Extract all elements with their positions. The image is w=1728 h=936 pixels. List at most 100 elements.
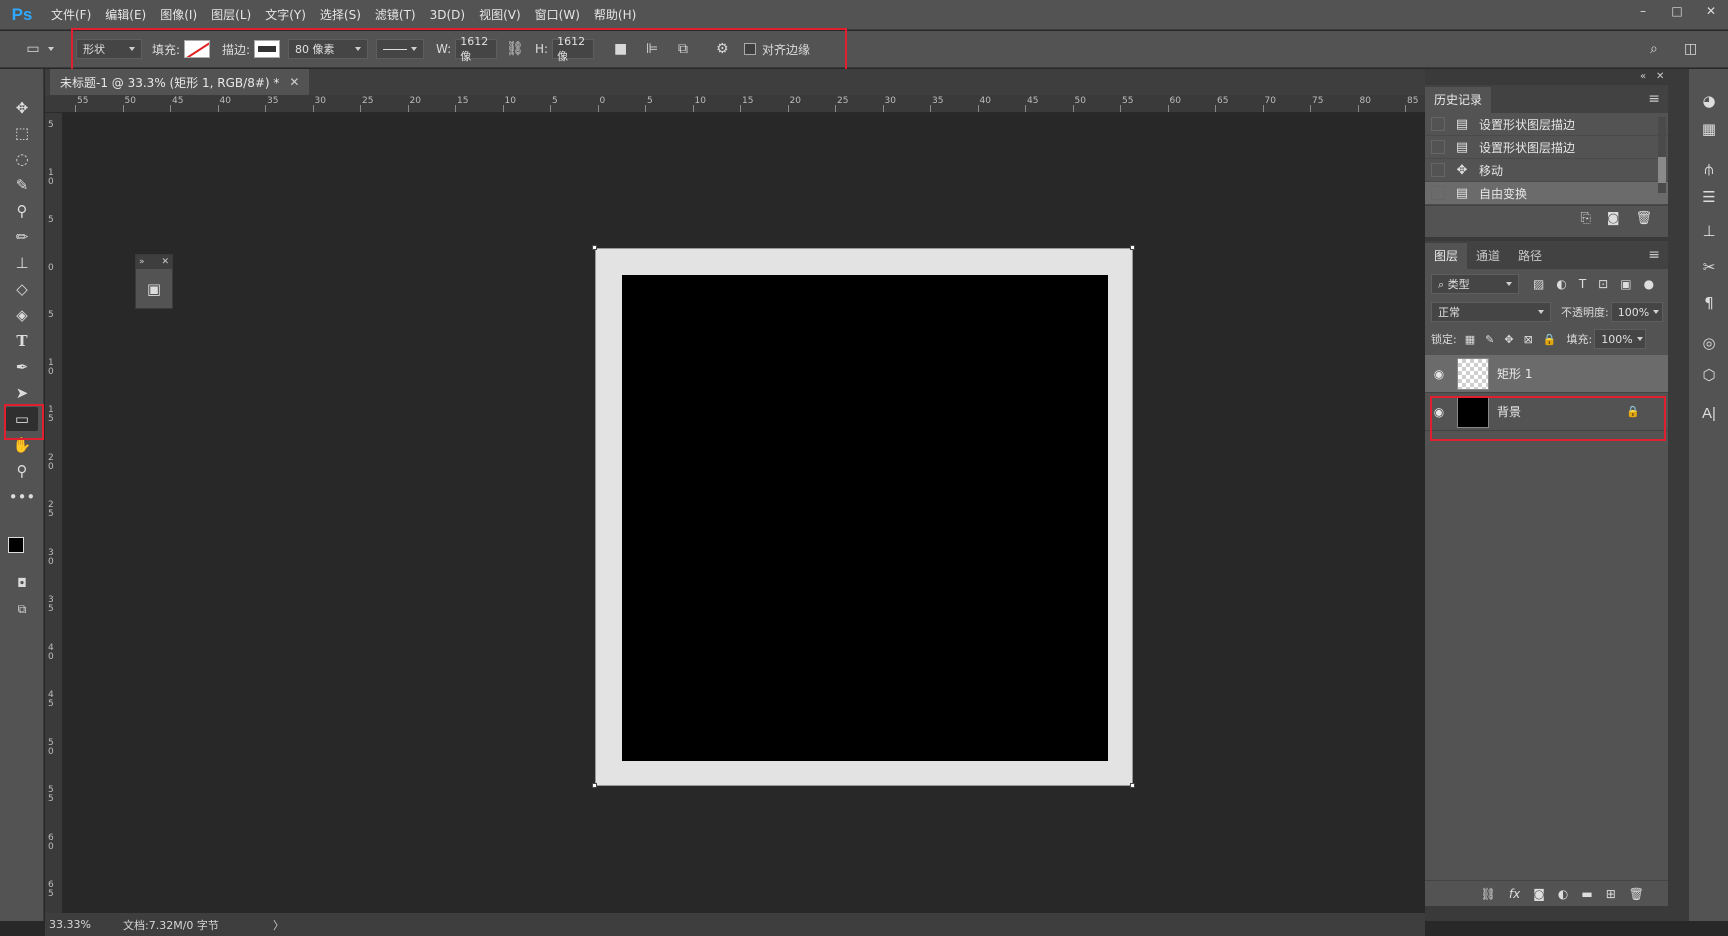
trash-icon[interactable]: 🗑 — [1629, 887, 1644, 901]
menu-help[interactable]: 帮助(H) — [587, 0, 643, 30]
quick-mask-icon[interactable]: ◘ — [6, 571, 38, 595]
tab-channels[interactable]: 通道 — [1467, 243, 1509, 269]
3d-icon[interactable]: ⬡ — [1695, 363, 1723, 387]
brushes-icon[interactable]: ⫛ — [1695, 157, 1723, 181]
blend-mode-select[interactable]: 正常 — [1431, 302, 1551, 322]
adjustment-layer-icon[interactable]: ◐ — [1558, 887, 1568, 901]
properties-icon[interactable]: ▣ — [136, 269, 172, 309]
history-item[interactable]: ✥ 移动 — [1425, 159, 1668, 182]
foreground-color-swatch[interactable] — [8, 537, 24, 553]
transform-handle-top-left[interactable] — [592, 245, 597, 250]
lock-all-icon[interactable]: 🔒 — [1543, 333, 1557, 346]
menu-filter[interactable]: 滤镜(T) — [368, 0, 423, 30]
zoom-tool-icon[interactable]: ⚲ — [6, 459, 38, 483]
screen-mode-icon[interactable]: ⧉ — [6, 597, 38, 621]
transform-handle-top-right[interactable] — [1130, 245, 1135, 250]
quick-select-tool-icon[interactable]: ✎ — [6, 173, 38, 197]
opacity-input[interactable]: 100% — [1610, 302, 1663, 322]
marquee-tool-icon[interactable]: ⬚ — [6, 121, 38, 145]
history-scrollbar-thumb[interactable] — [1658, 157, 1666, 183]
history-snapshot-checkbox[interactable] — [1431, 186, 1445, 200]
fill-input[interactable]: 100% — [1594, 329, 1647, 349]
pixel-filter-icon[interactable]: ▨ — [1533, 277, 1544, 291]
move-tool-icon[interactable]: ✥ — [6, 96, 38, 120]
expand-icon[interactable]: » — [139, 257, 145, 267]
path-select-tool-icon[interactable]: ➤ — [6, 381, 38, 405]
history-snapshot-checkbox[interactable] — [1431, 117, 1445, 131]
status-menu-arrow[interactable]: 〉 — [273, 917, 284, 933]
history-item[interactable]: ▤ 设置形状图层描边 — [1425, 136, 1668, 159]
tab-history[interactable]: 历史记录 — [1425, 87, 1492, 113]
character-icon[interactable]: A| — [1695, 401, 1723, 425]
new-document-from-state-icon[interactable]: ⎘ — [1580, 211, 1590, 226]
lock-position-icon[interactable]: ✥ — [1504, 333, 1513, 346]
floating-mini-panel[interactable]: » ✕ ▣ — [135, 254, 173, 309]
camera-icon[interactable]: ◙ — [1607, 211, 1620, 226]
transform-handle-bottom-left[interactable] — [592, 783, 597, 788]
shape-filter-icon[interactable]: ⊡ — [1598, 277, 1608, 291]
navigator-icon[interactable]: ◎ — [1695, 331, 1723, 355]
new-group-icon[interactable]: ▬ — [1581, 887, 1592, 901]
lock-artboard-icon[interactable]: ⊠ — [1524, 333, 1533, 346]
paragraph-icon[interactable]: ¶ — [1695, 291, 1723, 315]
history-item-selected[interactable]: ▤ 自由变换 — [1425, 182, 1668, 205]
history-snapshot-checkbox[interactable] — [1431, 140, 1445, 154]
smart-object-filter-icon[interactable]: ▣ — [1620, 277, 1631, 291]
maximize-button[interactable]: □ — [1660, 0, 1694, 22]
link-layers-icon[interactable]: ⛓ — [1481, 887, 1496, 901]
new-layer-icon[interactable]: ⊞ — [1606, 887, 1616, 901]
document-canvas[interactable] — [595, 248, 1133, 786]
collapse-panels-icon[interactable]: « — [1640, 71, 1646, 82]
menu-window[interactable]: 窗口(W) — [528, 0, 587, 30]
more-tools-icon[interactable]: ••• — [6, 485, 38, 509]
adjustment-filter-icon[interactable]: ◐ — [1556, 277, 1566, 291]
tools-preset-icon[interactable]: ✂ — [1695, 255, 1723, 279]
menu-layer[interactable]: 图层(L) — [204, 0, 258, 30]
eyedropper-tool-icon[interactable]: ⚲ — [6, 199, 38, 223]
panel-menu-icon[interactable]: ≡ — [1648, 247, 1660, 263]
tab-layers[interactable]: 图层 — [1425, 243, 1468, 269]
color-palette-icon[interactable]: ◕ — [1695, 89, 1723, 113]
close-panels-icon[interactable]: ✕ — [1656, 71, 1664, 82]
document-tab[interactable]: 未标题-1 @ 33.3% (矩形 1, RGB/8#) * ✕ — [50, 69, 310, 95]
panel-menu-icon[interactable]: ≡ — [1648, 91, 1660, 107]
bucket-tool-icon[interactable]: ◈ — [6, 303, 38, 327]
type-tool-icon[interactable]: T — [6, 329, 38, 353]
filter-toggle-icon[interactable]: ● — [1644, 277, 1654, 291]
minimize-button[interactable]: – — [1626, 0, 1660, 22]
search-icon[interactable]: ⌕ — [1650, 41, 1658, 57]
swatches-grid-icon[interactable]: ▦ — [1695, 117, 1723, 141]
close-window-button[interactable]: ✕ — [1694, 0, 1728, 22]
menu-file[interactable]: 文件(F) — [44, 0, 98, 30]
lasso-tool-icon[interactable]: ◌ — [6, 147, 38, 171]
close-tab-icon[interactable]: ✕ — [289, 75, 299, 89]
canvas-area[interactable] — [63, 113, 1425, 921]
pen-tool-icon[interactable]: ✒ — [6, 355, 38, 379]
eraser-tool-icon[interactable]: ◇ — [6, 277, 38, 301]
menu-image[interactable]: 图像(I) — [153, 0, 204, 30]
history-snapshot-checkbox[interactable] — [1431, 163, 1445, 177]
workspace-icon[interactable]: ◫ — [1684, 41, 1697, 57]
adjustments-icon[interactable]: ☰ — [1695, 185, 1723, 209]
type-filter-icon[interactable]: T — [1579, 277, 1586, 291]
zoom-level[interactable]: 33.33% — [45, 918, 105, 931]
lock-pixels-icon[interactable]: ✎ — [1485, 333, 1494, 346]
lock-transparent-icon[interactable]: ▦ — [1465, 333, 1475, 346]
menu-edit[interactable]: 编辑(E) — [98, 0, 153, 30]
menu-type[interactable]: 文字(Y) — [258, 0, 313, 30]
brush-tool-icon[interactable]: ✏ — [6, 225, 38, 249]
layer-row[interactable]: ◉ 矩形 1 — [1425, 355, 1668, 393]
trash-icon[interactable]: 🗑 — [1635, 211, 1652, 226]
history-item[interactable]: ▤ 设置形状图层描边 — [1425, 113, 1668, 136]
history-scrollbar[interactable] — [1658, 117, 1666, 193]
clone-source-icon[interactable]: ⊥ — [1695, 219, 1723, 243]
transform-handle-bottom-right[interactable] — [1130, 783, 1135, 788]
tool-preset-picker[interactable]: ▭ — [22, 39, 54, 59]
close-icon[interactable]: ✕ — [161, 257, 169, 267]
tab-paths[interactable]: 路径 — [1509, 243, 1551, 269]
layer-filter-select[interactable]: ⌕ 类型 — [1431, 274, 1519, 294]
fx-icon[interactable]: fx — [1509, 887, 1520, 901]
stamp-tool-icon[interactable]: ⊥ — [6, 251, 38, 275]
menu-3d[interactable]: 3D(D) — [423, 0, 472, 30]
eye-icon[interactable]: ◉ — [1425, 367, 1453, 381]
